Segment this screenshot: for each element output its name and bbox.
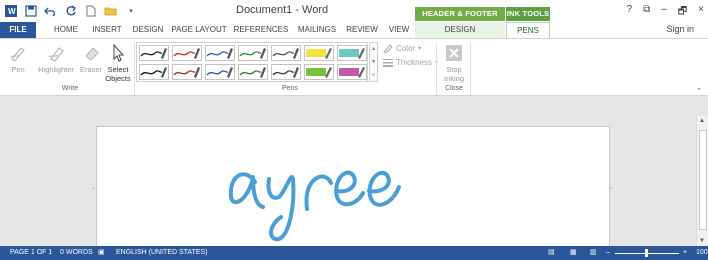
window-controls: ? ⧉ – 🗗 × [627,4,705,21]
customize-qat-icon[interactable]: ▾ [124,4,138,18]
status-bar: PAGE 1 OF 1 0 WORDS ▣ ENGLISH (UNITED ST… [0,246,708,260]
color-dropdown[interactable]: Color ▾ [383,43,421,53]
gallery-up-icon[interactable]: ▲ [371,46,376,52]
document-area: ⌐ ⌐ ▲ ▼ [0,96,708,251]
save-icon[interactable] [24,4,38,18]
ribbon-tabs: FILE HOME INSERT DESIGN PAGE LAYOUT REFE… [0,22,708,38]
title-bar: W ▾ Document1 - Word HEADER & FOOTER TOO… [0,0,708,32]
write-group-label: Write [61,85,79,92]
ribbon-display-icon[interactable]: ⧉ [643,4,650,21]
zoom-in-icon[interactable]: + [683,246,687,260]
eraser-button[interactable]: Eraser [78,43,104,74]
vertical-scrollbar[interactable]: ▲ ▼ [696,116,708,246]
tab-file[interactable]: FILE [0,22,36,38]
redo-icon[interactable] [64,4,78,18]
collapse-ribbon-icon[interactable]: ⌃ [696,87,702,95]
tab-design[interactable]: DESIGN [128,22,168,38]
quick-access-toolbar: W ▾ [4,3,138,19]
word-count[interactable]: 0 WORDS [60,246,93,260]
ink-annotation[interactable] [97,127,611,252]
stop-inking-icon [444,43,464,63]
pen-color-icon [383,44,393,53]
minimize-icon[interactable]: – [661,4,667,21]
pen-preset-5[interactable] [271,45,301,61]
select-objects-button[interactable]: Select Objects [104,43,132,83]
select-pointer-icon [108,43,128,63]
highlighter-button[interactable]: Highlighter [34,43,78,74]
sign-in-link[interactable]: Sign in [666,24,694,34]
pen-preset-3[interactable] [205,45,235,61]
pen-preset-7[interactable] [337,45,367,61]
ribbon-pens-panel: Pen Highlighter Eraser Select Objects Wr… [0,38,708,96]
word-window: W ▾ Document1 - Word HEADER & FOOTER TOO… [0,0,708,260]
read-mode-icon[interactable]: ▤ [548,246,555,260]
help-icon[interactable]: ? [627,4,633,21]
pen-icon [8,43,28,63]
gallery-down-icon[interactable]: ▼ [371,59,376,65]
stop-inking-button[interactable]: Stop Inking [440,43,468,83]
web-layout-icon[interactable]: ▥ [590,246,597,260]
tab-insert[interactable]: INSERT [86,22,128,38]
tab-pens[interactable]: PENS [506,22,550,38]
thickness-dropdown[interactable]: Thickness▾ [383,57,438,67]
eraser-icon [81,43,101,63]
close-group-label: Close [445,85,463,92]
pen-preset-1[interactable] [139,45,169,61]
pen-preset-13[interactable] [304,64,334,80]
group-separator [470,43,471,95]
document-title: Document1 - Word [236,4,329,16]
ink-tools-label: INK TOOLS [506,7,550,21]
svg-text:W: W [8,7,16,16]
highlighter-icon [46,43,66,63]
pen-preset-6[interactable] [304,45,334,61]
pen-preset-12[interactable] [271,64,301,80]
pen-preset-9[interactable] [172,64,202,80]
pen-button[interactable]: Pen [6,43,30,74]
tab-review[interactable]: REVIEW [342,22,382,38]
document-page[interactable] [96,126,610,251]
proofing-icon[interactable]: ▣ [98,246,105,260]
pens-gallery-scroll[interactable]: ▲ ▼ ≡ [369,42,378,82]
undo-icon[interactable] [44,4,58,18]
gallery-more-icon[interactable]: ≡ [372,72,375,78]
header-footer-tools-label: HEADER & FOOTER TOOLS [415,7,505,32]
pen-preset-4[interactable] [238,45,268,61]
pen-preset-14[interactable] [337,64,367,80]
pens-group-label: Pens [282,85,298,92]
thickness-icon [383,59,393,67]
new-document-icon[interactable] [84,4,98,18]
pen-preset-8[interactable] [139,64,169,80]
scroll-up-icon[interactable]: ▲ [699,118,705,124]
tab-page-layout[interactable]: PAGE LAYOUT [168,22,230,38]
group-separator [436,43,437,95]
ruler-tab-right: ⌐ [609,186,613,192]
zoom-slider-thumb[interactable] [645,249,648,257]
open-folder-icon[interactable] [104,4,118,18]
tab-view[interactable]: VIEW [382,22,416,38]
print-layout-icon[interactable]: ▦ [570,246,577,260]
group-separator [134,43,135,95]
pen-preset-10[interactable] [205,64,235,80]
word-logo-icon[interactable]: W [4,4,18,18]
zoom-out-icon[interactable]: – [606,246,610,260]
restore-icon[interactable]: 🗗 [678,4,687,21]
tab-header-footer-design[interactable]: DESIGN [415,22,505,38]
zoom-level[interactable]: 100% [696,246,708,260]
tab-mailings[interactable]: MAILINGS [292,22,342,38]
tab-references[interactable]: REFERENCES [232,22,290,38]
pen-preset-11[interactable] [238,64,268,80]
pen-preset-2[interactable] [172,45,202,61]
scroll-down-icon[interactable]: ▼ [699,238,705,244]
language-indicator[interactable]: ENGLISH (UNITED STATES) [116,246,208,260]
scroll-thumb[interactable] [699,130,707,230]
pens-gallery [136,42,368,82]
page-count[interactable]: PAGE 1 OF 1 [10,246,52,260]
tab-home[interactable]: HOME [46,22,86,38]
close-icon[interactable]: × [698,4,704,21]
ruler-tab-left: ⌐ [92,186,96,192]
